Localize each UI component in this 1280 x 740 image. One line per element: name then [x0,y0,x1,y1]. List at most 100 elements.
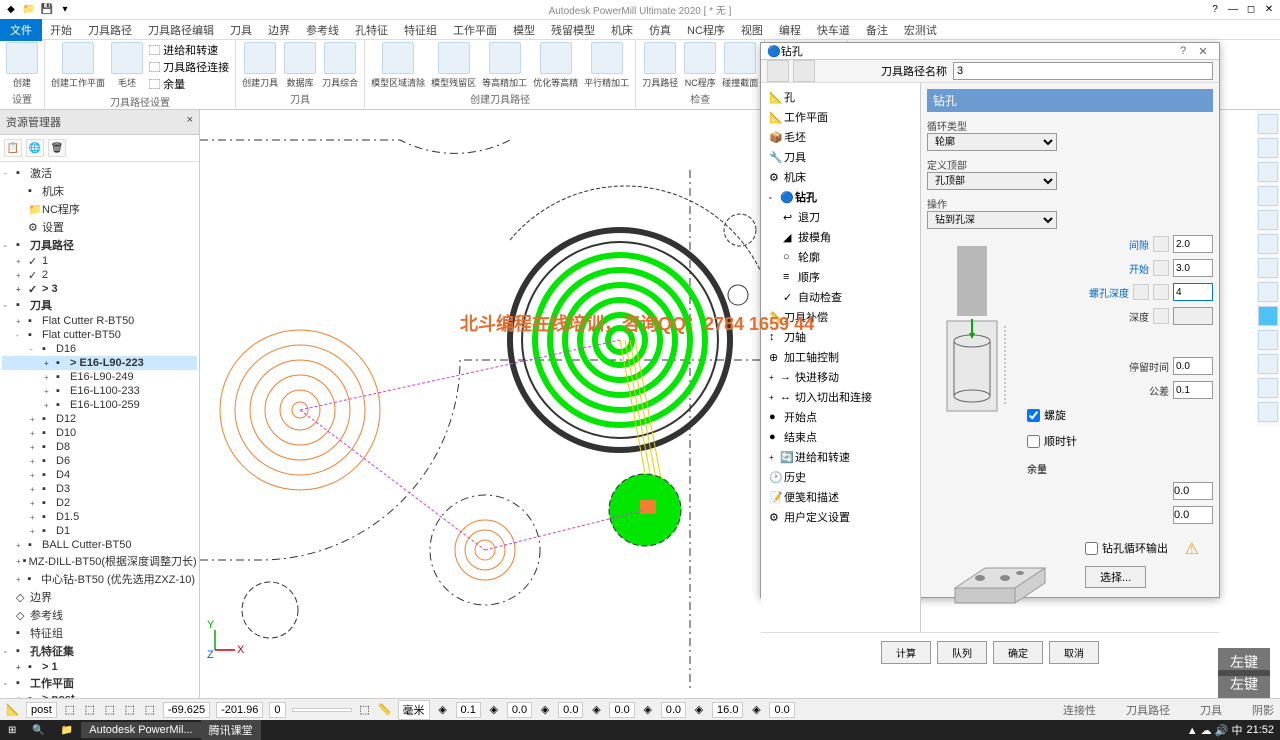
ribbon-small[interactable]: ⬚ 余量 [149,76,229,92]
menu-toolpath-edit[interactable]: 刀具路径编辑 [140,19,222,41]
dialog-tree-node[interactable]: ⊕加工轴控制 [765,347,916,367]
tree-node[interactable]: +▪D4 [2,468,197,482]
tree-node[interactable]: +✓1 [2,254,197,268]
spiral-depth-input[interactable] [1173,283,1213,301]
view-tool-12[interactable] [1258,378,1278,398]
ribbon-btn[interactable]: 模型区域清除 [371,42,425,89]
tree-node[interactable]: +▪Flat Cutter R-BT50 [2,314,197,328]
sb-ic-5[interactable]: ⬚ [143,703,157,717]
dialog-tree-node[interactable]: 📐工作平面 [765,107,916,127]
cancel-button[interactable]: 取消 [1049,641,1099,664]
menu-macro[interactable]: 宏测试 [896,19,945,41]
rest1-input[interactable] [1173,482,1213,500]
gap-lock-icon[interactable] [1153,236,1169,252]
op-select[interactable]: 钻到孔深 [927,211,1057,229]
ribbon-small[interactable]: ⬚ 进给和转速 [149,42,229,58]
menu-view[interactable]: 视图 [733,19,771,41]
ribbon-btn[interactable]: 等高精加工 [482,42,527,89]
queue-button[interactable]: 队列 [937,641,987,664]
sb-ic-6[interactable]: ⬚ [358,703,372,717]
tree-node[interactable]: +▪中心钻-BT50 (优先选用ZXZ-10) [2,570,197,588]
menu-model[interactable]: 模型 [505,19,543,41]
sb-val-ic-0[interactable]: ◈ [436,703,450,717]
view-tool-3[interactable] [1258,162,1278,182]
dialog-tree-node[interactable]: ⚙机床 [765,167,916,187]
dialog-tree-node[interactable]: 🔧刀具 [765,147,916,167]
file-menu[interactable]: 文件 [0,19,42,41]
tree-node[interactable]: +▪> post [2,692,197,698]
view-tool-5[interactable] [1258,210,1278,230]
menu-express[interactable]: 快车道 [809,19,858,41]
tree-node[interactable]: ▪机床 [2,182,197,200]
tol-input[interactable] [1173,381,1213,399]
ribbon-btn[interactable]: 刀具路径 [642,42,678,89]
menu-notes[interactable]: 备注 [858,19,896,41]
qat-dropdown-icon[interactable]: ▾ [58,3,72,17]
dialog-close-icon[interactable]: ✕ [1193,45,1213,58]
explorer-tb-2[interactable]: 🌐 [26,139,44,157]
start-input[interactable] [1173,259,1213,277]
sb-val-ic-2[interactable]: ◈ [538,703,552,717]
dialog-tree-node[interactable]: ◢拔模角 [765,227,916,247]
menu-tool[interactable]: 刀具 [222,19,260,41]
sb-workplane[interactable]: post [26,702,57,718]
sb-ic-4[interactable]: ⬚ [123,703,137,717]
tree-node[interactable]: +▪MZ-DILL-BT50(根据深度调整刀长) [2,552,197,570]
dialog-help-icon[interactable]: ? [1173,45,1193,57]
menu-simulate[interactable]: 仿真 [641,19,679,41]
top-select[interactable]: 孔顶部 [927,172,1057,190]
spiral-checkbox[interactable] [1027,409,1040,422]
ribbon-btn[interactable]: 优化等高精 [533,42,578,89]
dialog-tree-node[interactable]: ●开始点 [765,407,916,427]
tree-node[interactable]: +✓2 [2,268,197,282]
menu-stock[interactable]: 残留模型 [543,19,603,41]
menu-toolpath[interactable]: 刀具路径 [80,19,140,41]
tree-node[interactable]: -▪D16 [2,342,197,356]
ribbon-btn[interactable]: 模型残留区 [431,42,476,89]
sb-val-ic-6[interactable]: ◈ [749,703,763,717]
dialog-tree-node[interactable]: ≡顺序 [765,267,916,287]
tree-node[interactable]: -▪刀具 [2,296,197,314]
ribbon-btn[interactable]: 刀具综合 [322,42,358,89]
cycle-type-select[interactable]: 轮廓 [927,133,1057,151]
depth-lock-icon[interactable] [1153,308,1169,324]
sb-right-3[interactable]: 阴影 [1252,702,1274,718]
taskbar-search[interactable]: 🔍 [24,723,52,738]
sb-val-6[interactable]: 0.0 [769,702,794,718]
dialog-tb-1[interactable] [767,60,789,82]
ribbon-btn[interactable]: 碰撞截面 [722,42,758,89]
tree-node[interactable]: +▪> E16-L90-223 [2,356,197,370]
view-tool-9[interactable] [1258,306,1278,326]
tree-node[interactable]: +▪D1.5 [2,510,197,524]
tree-node[interactable]: -▪刀具路径 [2,236,197,254]
menu-hole[interactable]: 孔特征 [347,19,396,41]
sb-right-1[interactable]: 刀具路径 [1126,702,1170,718]
taskbar-app-2[interactable]: 腾讯课堂 [201,720,261,740]
dialog-tree-node[interactable]: 📦毛坯 [765,127,916,147]
dialog-tree-node[interactable]: 📐孔 [765,87,916,107]
open-icon[interactable]: 📁 [22,3,36,17]
dialog-tb-2[interactable] [793,60,815,82]
sb-val-0[interactable]: 0.1 [456,702,481,718]
sb-right-0[interactable]: 连接性 [1063,702,1096,718]
taskbar-explorer[interactable]: 📁 [53,723,81,738]
view-tool-4[interactable] [1258,186,1278,206]
view-tool-11[interactable] [1258,354,1278,374]
tree-node[interactable]: -▪孔特征集 [2,642,197,660]
dialog-tree-node[interactable]: ✓自动检查 [765,287,916,307]
view-tool-8[interactable] [1258,282,1278,302]
tree-node[interactable]: -▪Flat cutter-BT50 [2,328,197,342]
sb-val-5[interactable]: 16.0 [712,702,743,718]
taskbar-app-1[interactable]: Autodesk PowerMil... [81,722,200,738]
minimize-icon[interactable]: — [1226,3,1240,17]
close-icon[interactable]: ✕ [1262,3,1276,17]
menu-start[interactable]: 开始 [42,19,80,41]
calc-button[interactable]: 计算 [881,641,931,664]
sb-val-2[interactable]: 0.0 [558,702,583,718]
spiral-lock2-icon[interactable] [1153,284,1169,300]
sb-right-2[interactable]: 刀具 [1200,702,1222,718]
view-tool-10[interactable] [1258,330,1278,350]
tree-node[interactable]: +▪D10 [2,426,197,440]
dialog-tree-node[interactable]: +🔄进给和转速 [765,447,916,467]
dialog-tree-node[interactable]: -🔵钻孔 [765,187,916,207]
